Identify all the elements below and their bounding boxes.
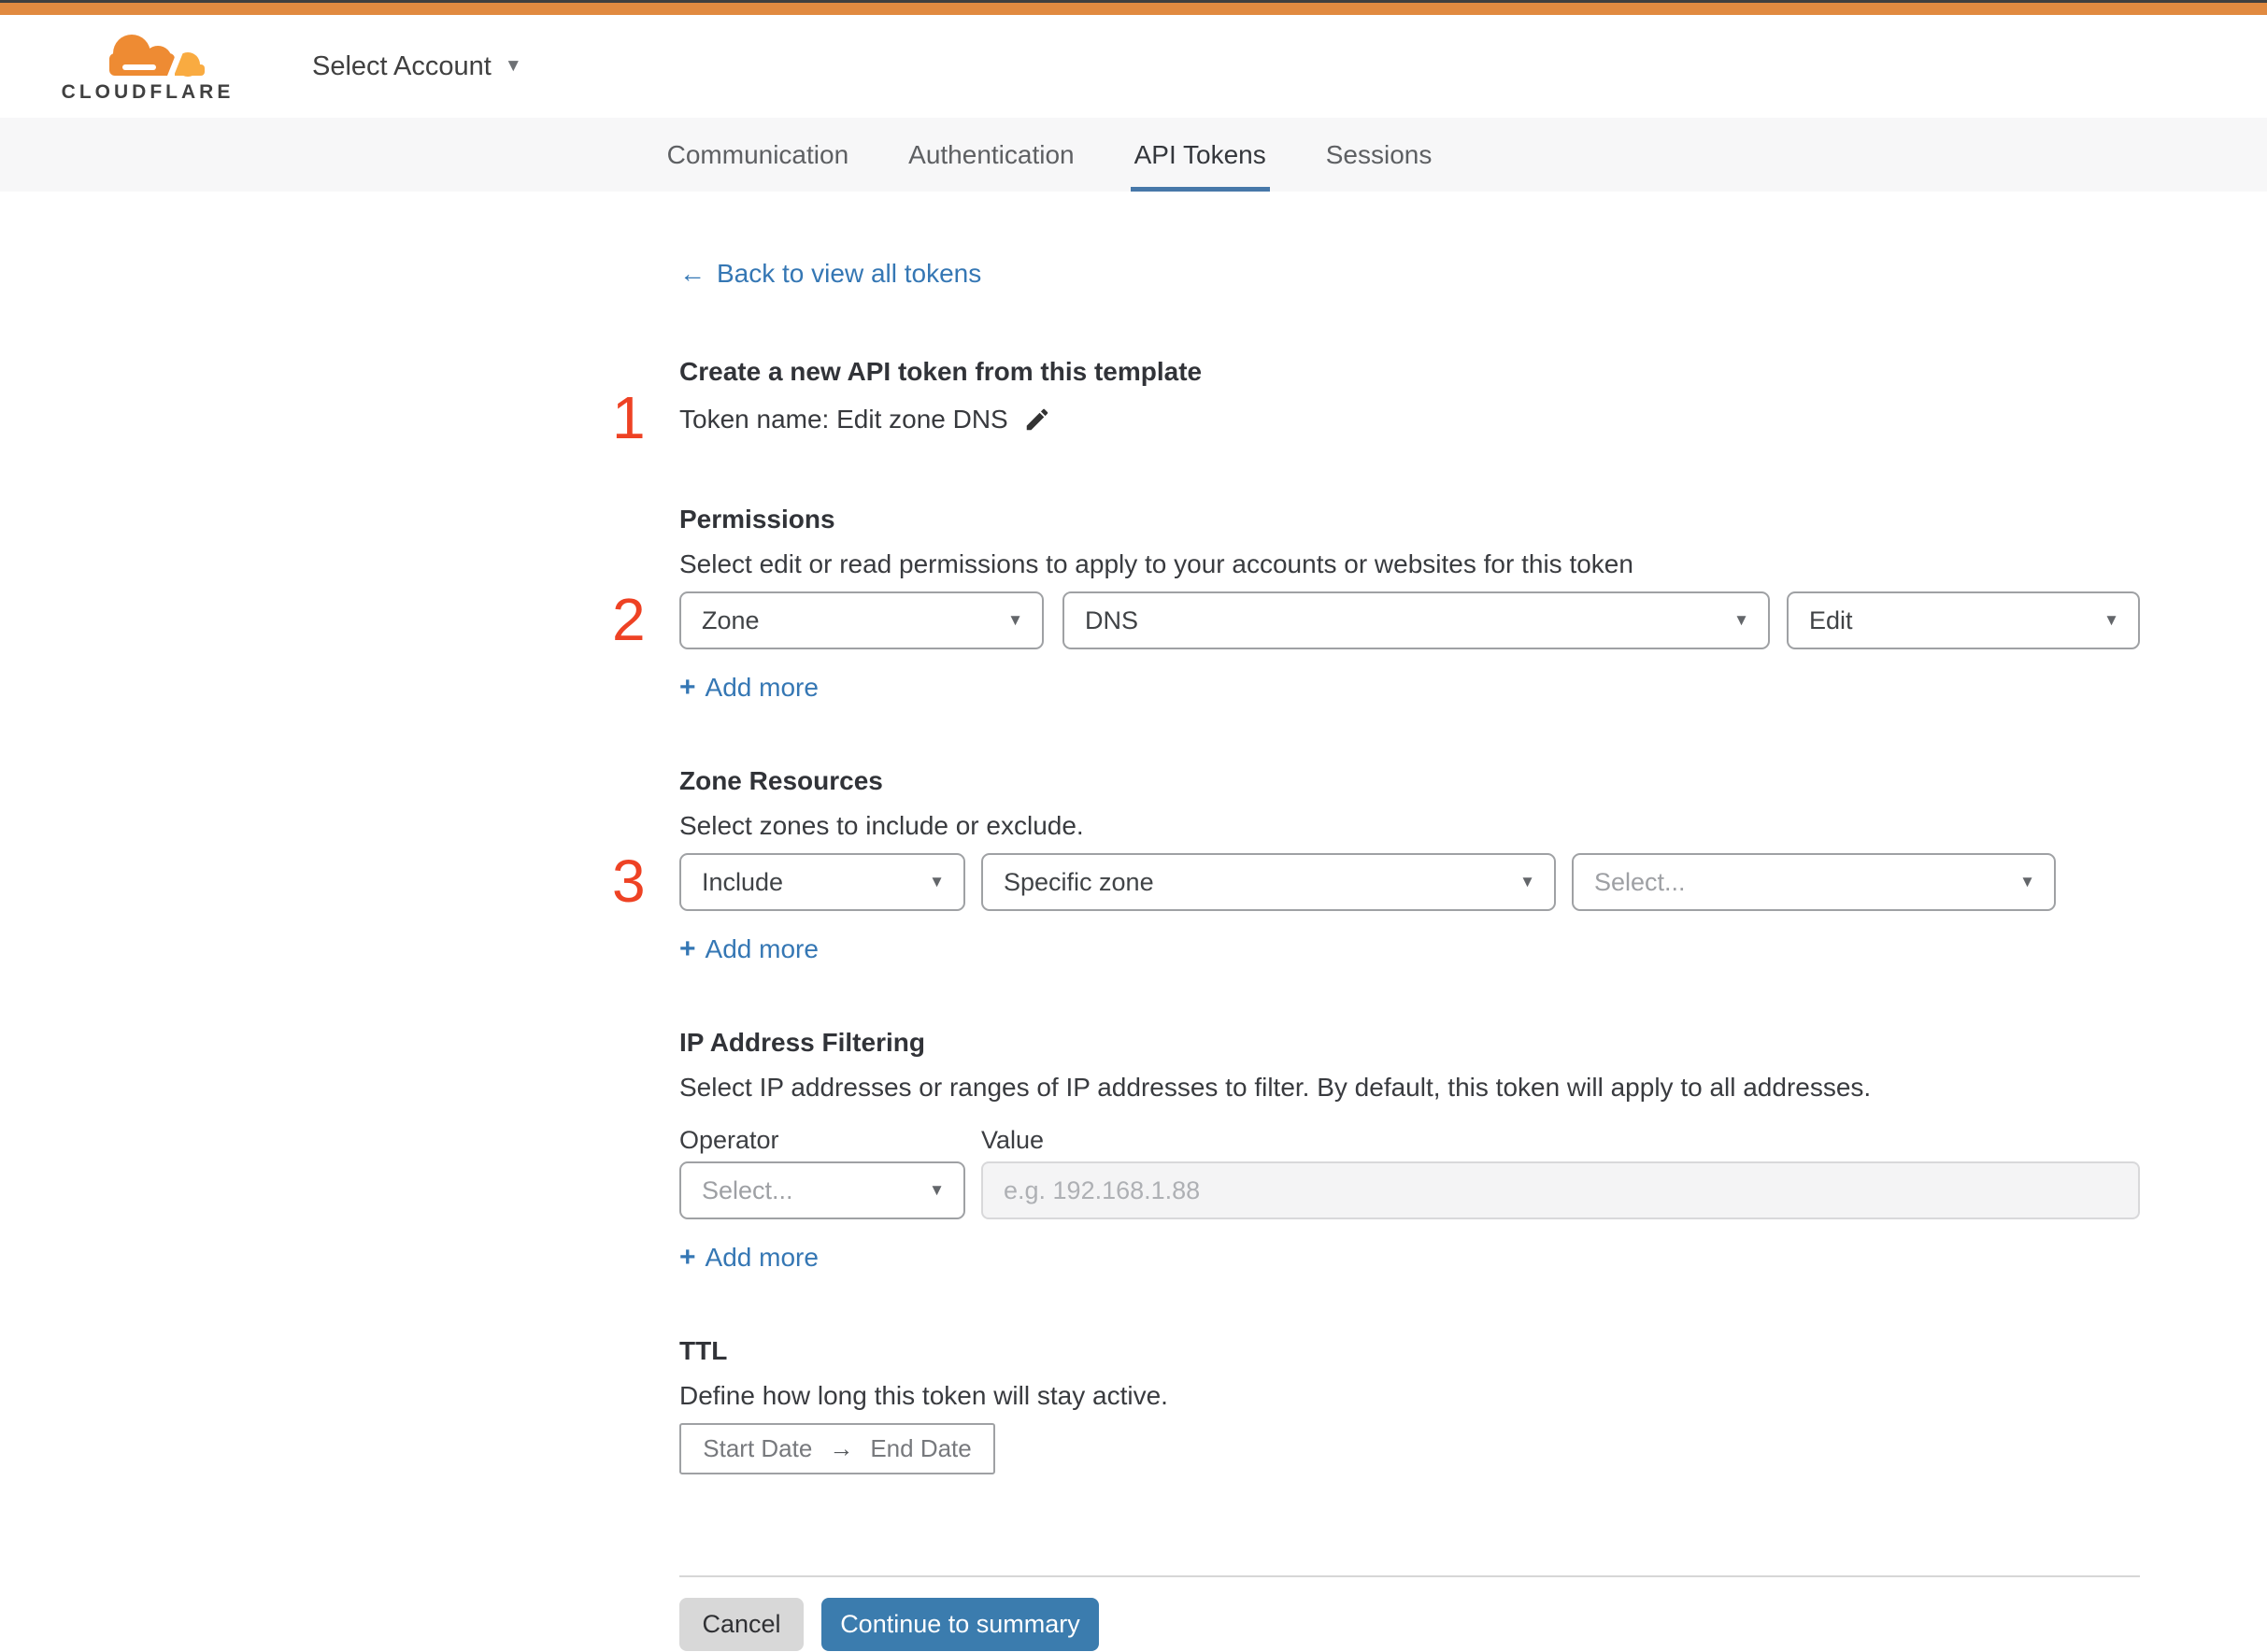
step-2-badge: 2 (612, 586, 646, 653)
zone-scope-select[interactable]: Specific zone ▼ (981, 853, 1556, 911)
tab-sessions[interactable]: Sessions (1322, 118, 1436, 192)
ttl-end-date: End Date (870, 1434, 972, 1462)
ip-value-input[interactable] (981, 1161, 2140, 1219)
back-link-label: Back to view all tokens (717, 259, 982, 288)
chevron-down-icon: ▼ (1007, 611, 1023, 629)
arrow-right-icon: → (829, 1434, 854, 1462)
chevron-down-icon: ▼ (2103, 611, 2119, 629)
permissions-select-row: 2 Zone ▼ DNS ▼ Edit ▼ (612, 590, 2140, 649)
ip-filtering-labels: Operator Value (679, 1124, 2140, 1156)
zone-resources-subtitle: Select zones to include or exclude. (679, 811, 1084, 840)
plus-icon: + (679, 1242, 696, 1273)
value-label: Value (981, 1126, 1045, 1154)
tab-communication[interactable]: Communication (663, 118, 853, 192)
chevron-down-icon: ▼ (1733, 611, 1749, 629)
app-header: CLOUDFLARE Select Account ▼ (0, 15, 2267, 118)
permission-group-select[interactable]: DNS ▼ (1062, 591, 1770, 649)
cloudflare-cloud-icon (109, 35, 205, 77)
footer-divider (679, 1575, 2140, 1577)
chevron-down-icon: ▼ (929, 873, 945, 890)
zone-resources-heading: Zone Resources (679, 766, 883, 795)
cloudflare-api-token-page: CLOUDFLARE Select Account ▼ Communicatio… (0, 0, 2267, 1652)
ip-filtering-add-more-link[interactable]: + Add more (679, 1242, 819, 1274)
zone-resources-select-row: 3 Include ▼ Specific zone ▼ Select... ▼ (612, 851, 2140, 911)
permission-scope-select[interactable]: Zone ▼ (679, 591, 1044, 649)
operator-label: Operator (679, 1126, 779, 1154)
account-selector-label: Select Account (312, 50, 492, 81)
step-3-badge: 3 (612, 847, 646, 915)
chevron-down-icon: ▼ (2019, 873, 2035, 890)
token-name-text: Token name: Edit zone DNS (679, 405, 1008, 434)
zone-include-select[interactable]: Include ▼ (679, 853, 965, 911)
zone-picker-select[interactable]: Select... ▼ (1572, 853, 2056, 911)
step-1-badge: 1 (612, 384, 646, 451)
permissions-subtitle: Select edit or read permissions to apply… (679, 549, 1633, 578)
ip-filtering-subtitle: Select IP addresses or ranges of IP addr… (679, 1073, 1872, 1102)
ttl-subtitle: Define how long this token will stay act… (679, 1381, 1168, 1410)
zone-resources-add-more-link[interactable]: + Add more (679, 933, 819, 965)
cloudflare-logo-text: CLOUDFLARE (61, 81, 235, 103)
chevron-down-icon: ▼ (504, 56, 522, 76)
token-form: ← Back to view all tokens Create a new A… (612, 192, 2140, 1651)
permissions-heading: Permissions (679, 505, 835, 534)
token-name-row: 1 Token name: Edit zone DNS (612, 388, 2140, 448)
tab-api-tokens[interactable]: API Tokens (1130, 118, 1270, 192)
chevron-down-icon: ▼ (1519, 873, 1535, 890)
form-actions: Cancel Continue to summary (679, 1598, 2140, 1651)
plus-icon: + (679, 672, 696, 703)
permissions-add-more-link[interactable]: + Add more (679, 672, 819, 704)
tab-authentication[interactable]: Authentication (905, 118, 1077, 192)
cancel-button[interactable]: Cancel (679, 1598, 804, 1651)
operator-select[interactable]: Select... ▼ (679, 1161, 965, 1219)
ip-filtering-heading: IP Address Filtering (679, 1028, 925, 1057)
plus-icon: + (679, 933, 696, 964)
continue-to-summary-button[interactable]: Continue to summary (821, 1598, 1099, 1651)
permission-level-select[interactable]: Edit ▼ (1787, 591, 2140, 649)
ttl-start-date: Start Date (703, 1434, 813, 1462)
profile-tabbar: Communication Authentication API Tokens … (0, 118, 2267, 192)
ip-filtering-controls: Select... ▼ (679, 1161, 2140, 1219)
edit-pencil-icon[interactable] (1023, 406, 1051, 434)
chevron-down-icon: ▼ (929, 1181, 945, 1199)
account-selector[interactable]: Select Account ▼ (312, 51, 522, 82)
cloudflare-logo: CLOUDFLARE (62, 29, 230, 104)
ttl-heading: TTL (679, 1336, 728, 1365)
brand-accent-bar (0, 3, 2267, 15)
ttl-date-range-picker[interactable]: Start Date → End Date (679, 1423, 995, 1474)
template-heading: Create a new API token from this templat… (679, 357, 1203, 386)
back-to-tokens-link[interactable]: ← Back to view all tokens (679, 259, 981, 289)
back-arrow-icon: ← (679, 259, 706, 288)
